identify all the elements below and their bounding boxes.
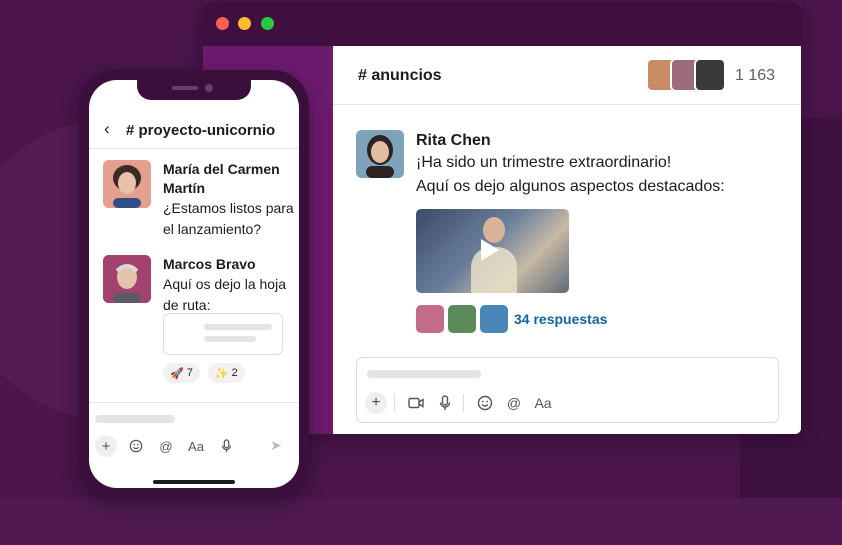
replies-link[interactable]: 34 respuestas: [514, 311, 607, 327]
composer-placeholder[interactable]: [95, 415, 175, 423]
channel-header: # anuncios 1 163: [333, 46, 801, 105]
thread-replies[interactable]: 34 respuestas: [416, 305, 796, 333]
sparkles-icon: ✨: [214, 367, 229, 380]
message-text-line: Aquí os dejo algunos aspectos destacados…: [416, 178, 725, 195]
play-icon[interactable]: [481, 239, 499, 261]
video-thumbnail[interactable]: [416, 209, 569, 293]
reaction-count: 7: [186, 367, 193, 379]
phone-channel-header: ‹ # proyecto-unicornio: [89, 110, 299, 149]
video-icon[interactable]: [405, 392, 427, 414]
avatar[interactable]: [356, 130, 404, 178]
emoji-icon[interactable]: [125, 435, 147, 457]
composer-placeholder: [367, 370, 481, 378]
avatar[interactable]: [103, 160, 151, 208]
avatar[interactable]: [103, 255, 151, 303]
message-author[interactable]: María del Carmen Martín: [163, 160, 299, 198]
member-avatars[interactable]: [646, 58, 726, 92]
file-attachment[interactable]: [163, 313, 283, 355]
minimize-window-button[interactable]: [238, 17, 251, 30]
emoji-icon[interactable]: [474, 392, 496, 414]
plus-icon[interactable]: +: [95, 435, 117, 457]
message-author[interactable]: Marcos Bravo: [163, 255, 299, 274]
member-count[interactable]: 1 163: [735, 67, 775, 85]
home-indicator: [153, 480, 235, 484]
title-bar: [203, 2, 801, 46]
reaction-rocket[interactable]: 🚀 7: [163, 363, 200, 383]
member-avatar: [694, 58, 726, 92]
channel-name[interactable]: # anuncios: [358, 67, 442, 85]
toolbar-divider: [394, 394, 395, 412]
maximize-window-button[interactable]: [261, 17, 274, 30]
close-window-button[interactable]: [216, 17, 229, 30]
reply-avatar: [480, 305, 508, 333]
toolbar-divider: [463, 394, 464, 412]
message-text: Aquí os dejo la hoja de ruta:: [163, 276, 286, 313]
composer-toolbar: + @ Aa: [365, 392, 561, 414]
mention-icon[interactable]: @: [155, 435, 177, 457]
camera-icon: [205, 84, 213, 92]
message-composer[interactable]: + @ Aa: [356, 357, 779, 423]
background-band: [0, 498, 842, 545]
reactions: 🚀 7 ✨ 2: [163, 363, 253, 383]
mic-icon[interactable]: [215, 435, 237, 457]
reply-avatar: [448, 305, 476, 333]
channel-view: # anuncios 1 163 Rita Chen ¡Ha sido un t…: [333, 46, 801, 434]
message-author[interactable]: Rita Chen: [416, 131, 796, 151]
mic-icon[interactable]: [434, 392, 456, 414]
attachment-line: [204, 324, 272, 330]
phone-screen: ‹ # proyecto-unicornio María del Carmen …: [89, 80, 299, 488]
reply-avatar: [416, 305, 444, 333]
reaction-count: 2: [231, 367, 238, 379]
phone-frame: ‹ # proyecto-unicornio María del Carmen …: [79, 70, 309, 498]
send-icon[interactable]: ➤: [265, 434, 287, 456]
attachment-line: [204, 336, 256, 342]
message-text: ¿Estamos listos para el lanzamiento?: [163, 200, 294, 237]
speaker-grille: [172, 86, 198, 90]
plus-icon[interactable]: +: [365, 392, 387, 414]
rocket-icon: 🚀: [170, 367, 184, 380]
format-icon[interactable]: Aa: [532, 392, 554, 414]
format-icon[interactable]: Aa: [185, 435, 207, 457]
phone-notch: [137, 80, 251, 100]
phone-channel-name[interactable]: # proyecto-unicornio: [126, 122, 275, 139]
divider: [89, 402, 299, 403]
back-arrow-icon[interactable]: ‹: [104, 119, 110, 139]
mention-icon[interactable]: @: [503, 392, 525, 414]
phone-composer-toolbar: + @ Aa ➤: [95, 434, 295, 458]
reaction-sparkles[interactable]: ✨ 2: [207, 363, 245, 383]
message-text-line: ¡Ha sido un trimestre extraordinario!: [416, 154, 672, 171]
